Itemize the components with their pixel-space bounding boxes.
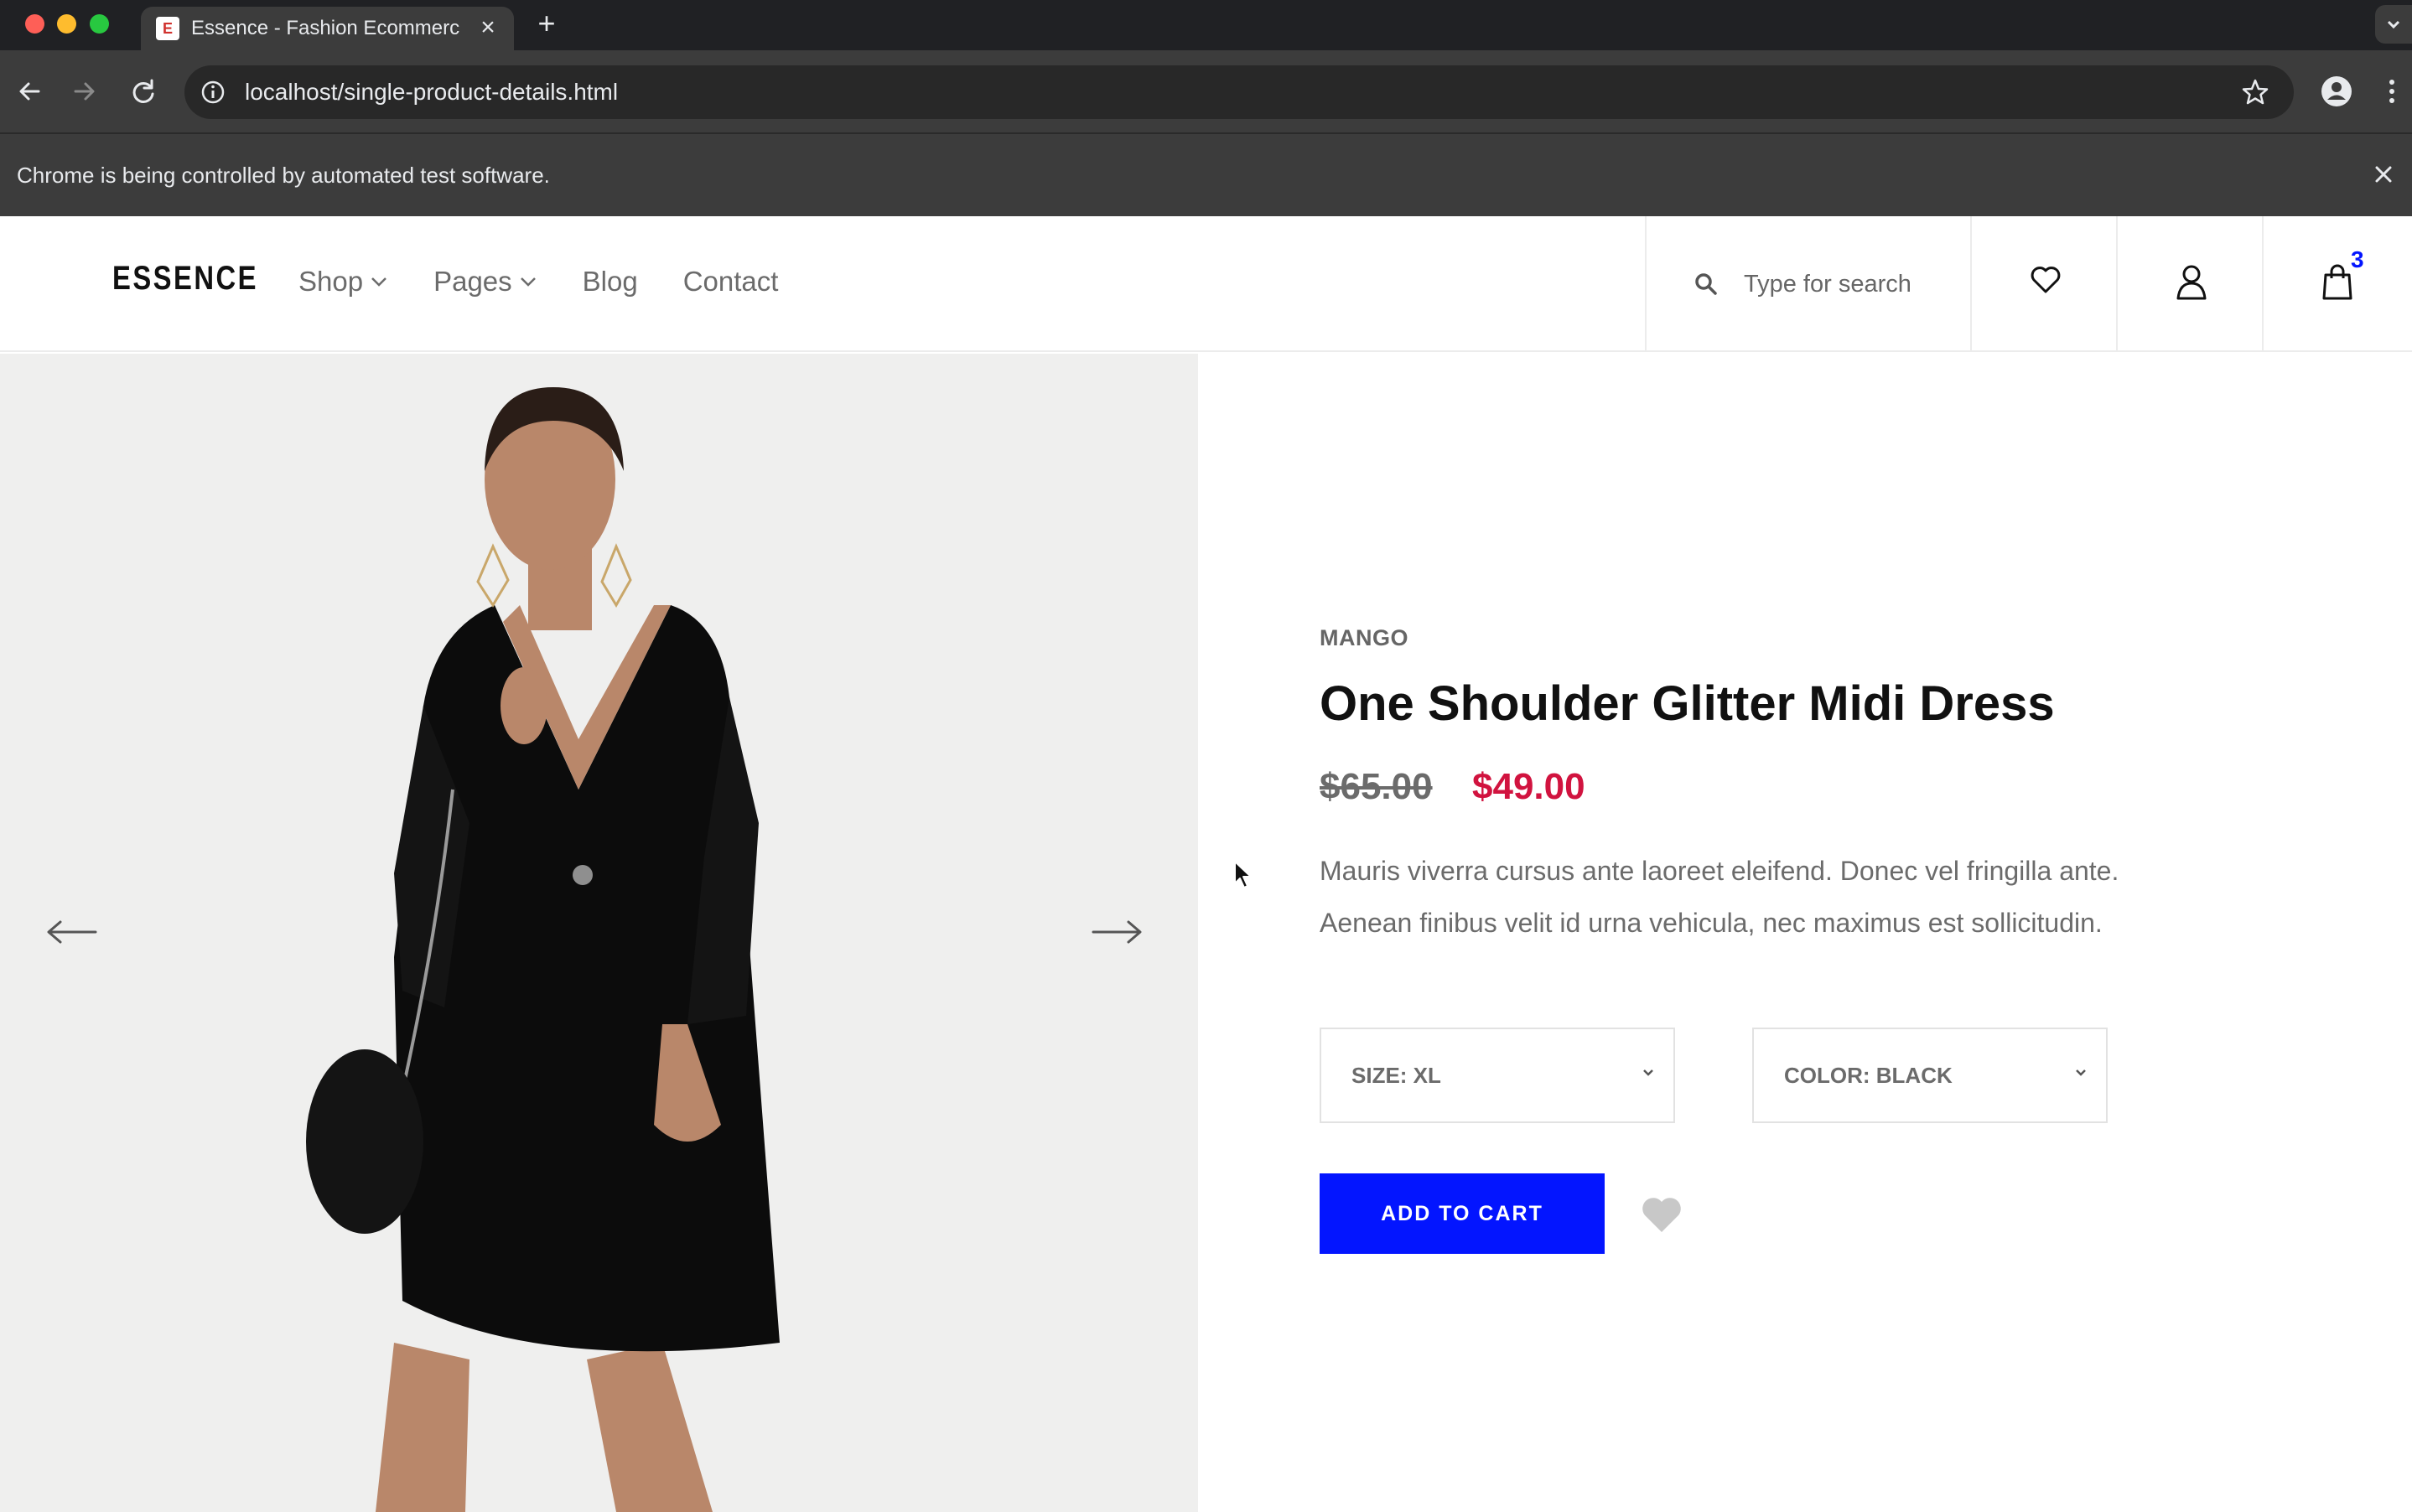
chevron-down-icon <box>2076 1069 2086 1076</box>
nav-item-label: Shop <box>298 266 364 297</box>
nav-item-blog[interactable]: Blog <box>583 263 638 300</box>
chevron-down-icon <box>371 277 386 287</box>
browser-menu-icon[interactable] <box>2379 74 2404 109</box>
product-photo <box>0 354 1198 1512</box>
browser-tab-strip: E Essence - Fashion Ecommerce × + <box>0 0 2412 50</box>
tab-search-button[interactable] <box>2375 5 2412 44</box>
shopping-bag-icon <box>2322 264 2352 300</box>
heart-icon[interactable] <box>1638 1194 1685 1235</box>
product-image-gallery <box>0 354 1198 1512</box>
nav-item-label: Blog <box>582 266 638 297</box>
search-input[interactable] <box>1744 263 1953 305</box>
new-tab-button[interactable]: + <box>530 7 563 40</box>
description-line: Mauris viverra cursus ante laoreet eleif… <box>1320 856 2119 886</box>
arrow-right-icon[interactable] <box>1090 917 1144 947</box>
chevron-down-icon <box>1643 1069 1653 1076</box>
heart-icon <box>2031 267 2061 293</box>
site-header: ESSENCE Shop Pages Blog Contact Type for… <box>0 216 2412 352</box>
window-maximize-button[interactable] <box>90 14 109 34</box>
cart-count-badge: 3 <box>2351 246 2364 272</box>
user-account-button[interactable] <box>2116 216 2262 352</box>
bookmark-star-icon[interactable] <box>2240 77 2270 107</box>
sale-price: $49.00 <box>1472 766 1585 807</box>
tab-close-icon[interactable]: × <box>474 13 502 42</box>
web-page: ESSENCE Shop Pages Blog Contact Type for… <box>0 216 2412 1512</box>
browser-tab[interactable]: E Essence - Fashion Ecommerce × <box>141 7 514 50</box>
nav-item-label: Pages <box>433 266 512 297</box>
window-minimize-button[interactable] <box>57 14 76 34</box>
reload-icon[interactable] <box>124 72 163 111</box>
size-select[interactable]: SIZE: XL <box>1320 1028 1675 1123</box>
product-title: One Shoulder Glitter Midi Dress <box>1320 676 2055 731</box>
back-arrow-icon[interactable] <box>10 72 49 111</box>
address-bar[interactable]: localhost/single-product-details.html <box>184 65 2294 119</box>
header-search <box>1645 216 1970 352</box>
automation-notice-text: Chrome is being controlled by automated … <box>17 163 550 188</box>
add-to-cart-button[interactable]: ADD TO CART <box>1320 1173 1605 1254</box>
nav-item-contact[interactable]: Contact <box>683 263 779 300</box>
tab-title: Essence - Fashion Ecommerce <box>191 17 459 39</box>
favourites-button[interactable] <box>1970 216 2116 352</box>
site-logo[interactable]: ESSENCE <box>112 260 258 298</box>
cart-button[interactable]: 3 <box>2262 216 2408 352</box>
window-close-button[interactable] <box>25 14 44 34</box>
automation-infobar: Chrome is being controlled by automated … <box>0 132 2412 216</box>
nav-item-label: Contact <box>682 266 779 297</box>
color-select[interactable]: COLOR: BLACK <box>1752 1028 2108 1123</box>
nav-item-shop[interactable]: Shop <box>298 263 388 300</box>
infobar-close-icon[interactable] <box>2367 158 2400 191</box>
arrow-left-icon[interactable] <box>45 917 99 947</box>
color-select-value: COLOR: BLACK <box>1784 1063 1953 1088</box>
size-select-value: SIZE: XL <box>1351 1063 1441 1088</box>
main-navigation: Shop Pages Blog Contact <box>298 263 823 300</box>
description-line: Aenean finibus velit id urna vehicula, n… <box>1320 908 2103 938</box>
old-price: $65.00 <box>1320 766 1433 807</box>
user-icon <box>2176 265 2207 300</box>
product-brand[interactable]: MANGO <box>1320 625 1408 651</box>
chevron-down-icon <box>520 277 536 287</box>
url-text[interactable]: localhost/single-product-details.html <box>245 79 618 106</box>
product-description: Mauris viverra cursus ante laoreet eleif… <box>1320 845 2309 949</box>
site-info-icon[interactable] <box>200 79 226 106</box>
mouse-cursor-icon <box>1234 861 1252 888</box>
nav-item-pages[interactable]: Pages <box>433 263 537 300</box>
tab-favicon-icon: E <box>156 17 179 40</box>
search-icon <box>1695 273 1717 295</box>
profile-icon[interactable] <box>2319 74 2354 109</box>
forward-arrow-icon[interactable] <box>65 72 104 111</box>
browser-toolbar: localhost/single-product-details.html <box>0 50 2412 132</box>
